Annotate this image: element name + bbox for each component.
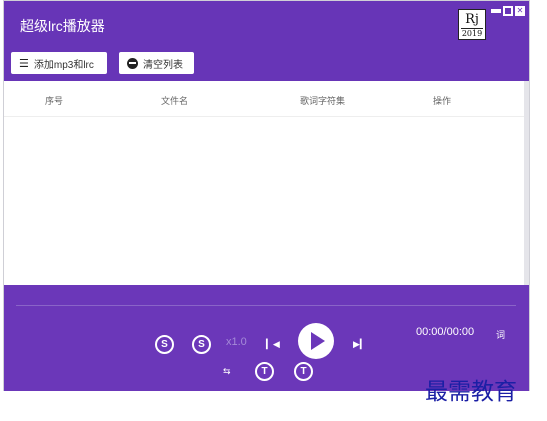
app-logo: Rj 2019 bbox=[458, 9, 486, 40]
minimize-icon[interactable] bbox=[491, 9, 501, 13]
next-icon[interactable]: ▶▎ bbox=[353, 339, 367, 350]
close-icon[interactable]: ✕ bbox=[515, 6, 525, 16]
table-header: 序号 文件名 歌词字符集 操作 bbox=[4, 81, 524, 117]
time-display: 00:00/00:00 bbox=[416, 326, 475, 338]
column-filename: 文件名 bbox=[161, 96, 189, 106]
minus-circle-icon bbox=[127, 57, 138, 69]
watermark: 最需教育 bbox=[425, 379, 517, 405]
logo-text: Rj bbox=[465, 12, 479, 27]
speed-label[interactable]: x1.0 bbox=[226, 336, 247, 348]
s-icon: S bbox=[198, 339, 205, 350]
clear-list-label: 清空列表 bbox=[143, 59, 183, 71]
t-button-1[interactable]: T bbox=[255, 362, 274, 381]
add-files-label: 添加mp3和lrc bbox=[33, 59, 94, 71]
title-bar: 超级lrc播放器 Rj 2019 ✕ ☰ 添加mp3和lrc 清空列表 bbox=[4, 1, 529, 81]
app-window: 超级lrc播放器 Rj 2019 ✕ ☰ 添加mp3和lrc 清空列表 序号 文… bbox=[3, 0, 530, 391]
window-title: 超级lrc播放器 bbox=[20, 18, 105, 34]
logo-year: 2019 bbox=[461, 28, 483, 38]
column-index: 序号 bbox=[45, 96, 64, 106]
play-icon bbox=[311, 332, 325, 350]
s-button-1[interactable]: S bbox=[155, 335, 174, 354]
lyrics-button[interactable]: 词 bbox=[496, 328, 505, 341]
maximize-icon[interactable] bbox=[503, 6, 513, 16]
add-files-button[interactable]: ☰ 添加mp3和lrc bbox=[11, 52, 107, 74]
s-button-2[interactable]: S bbox=[192, 335, 211, 354]
column-actions: 操作 bbox=[433, 96, 452, 106]
progress-bar[interactable] bbox=[16, 305, 516, 306]
previous-icon[interactable]: ▎◀ bbox=[266, 339, 280, 350]
list-scrollbar[interactable] bbox=[524, 81, 529, 285]
window-controls: ✕ bbox=[491, 6, 525, 16]
loop-icon[interactable]: ⇆ bbox=[223, 366, 231, 377]
t-button-2[interactable]: T bbox=[294, 362, 313, 381]
column-charset: 歌词字符集 bbox=[300, 96, 346, 106]
play-button[interactable] bbox=[298, 323, 334, 359]
playlist-add-icon: ☰ bbox=[19, 57, 29, 70]
t-icon: T bbox=[300, 366, 307, 377]
file-list[interactable] bbox=[4, 117, 524, 285]
s-icon: S bbox=[161, 339, 168, 350]
t-icon: T bbox=[261, 366, 268, 377]
clear-list-button[interactable]: 清空列表 bbox=[119, 52, 194, 74]
